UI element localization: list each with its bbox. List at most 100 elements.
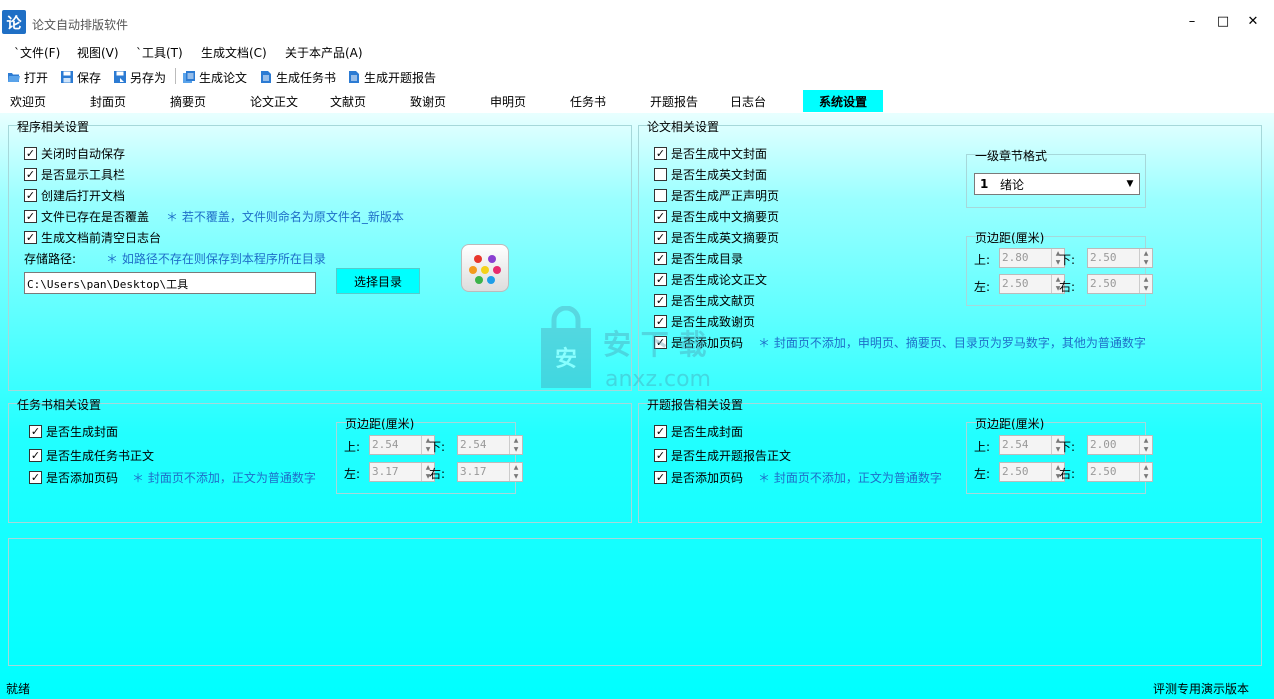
checkbox-show-toolbar[interactable]: ✓ 是否显示工具栏: [24, 166, 125, 183]
minimize-button[interactable]: –: [1180, 10, 1204, 32]
path-input[interactable]: C:\Users\pan\Desktop\工具: [24, 272, 316, 294]
tab-cover[interactable]: 封面页: [90, 90, 126, 112]
chevron-down-icon: ▼: [1126, 179, 1134, 189]
checkbox-overwrite[interactable]: ✓ 文件已存在是否覆盖: [24, 208, 149, 225]
tab-declaration[interactable]: 申明页: [490, 90, 526, 112]
save-as-icon: [114, 71, 126, 83]
menu-tools[interactable]: `工具(T): [136, 44, 183, 61]
spinner-down-icon[interactable]: ▼: [510, 445, 522, 454]
check-icon: ✓: [654, 336, 667, 349]
menu-bar: `文件(F) 视图(V) `工具(T) 生成文档(C) 关于本产品(A): [0, 40, 1274, 62]
tab-body[interactable]: 论文正文: [250, 90, 298, 112]
spinner-up-icon[interactable]: ▲: [1140, 249, 1152, 258]
margin-top-spinner[interactable]: 2.80 ▲ ▼: [999, 248, 1065, 268]
task-margin-right-spinner[interactable]: 3.17 ▲ ▼: [457, 462, 523, 482]
proposal-margin-top-spinner[interactable]: 2.54 ▲ ▼: [999, 435, 1065, 455]
spinner-up-icon[interactable]: ▲: [1140, 275, 1152, 284]
checkbox-open-after-create[interactable]: ✓ 创建后打开文档: [24, 187, 125, 204]
generate-task-button[interactable]: 生成任务书: [259, 67, 336, 87]
spinner-value: 3.17: [460, 465, 487, 478]
checkbox-clear-log[interactable]: ✓ 生成文档前清空日志台: [24, 229, 161, 246]
checkbox-en-abstract[interactable]: ✓ 是否生成英文摘要页: [654, 229, 779, 246]
checkbox-cn-cover[interactable]: ✓ 是否生成中文封面: [654, 145, 767, 162]
margin-right-spinner[interactable]: 2.50 ▲ ▼: [1087, 274, 1153, 294]
spinner-down-icon[interactable]: ▼: [1140, 472, 1152, 481]
tab-settings[interactable]: 系统设置: [803, 90, 883, 112]
tab-proposal[interactable]: 开题报告: [650, 90, 698, 112]
spinner-down-icon[interactable]: ▼: [1140, 258, 1152, 267]
menu-generate[interactable]: 生成文档(C): [201, 44, 267, 61]
margin-top-label: 上:: [974, 253, 991, 267]
checkbox-task-cover[interactable]: ✓ 是否生成封面: [29, 423, 118, 440]
check-icon: ✓: [654, 252, 667, 265]
generate-paper-button[interactable]: 生成论文: [182, 67, 247, 87]
checkbox-label: 是否生成论文正文: [671, 273, 768, 287]
spinner-down-icon[interactable]: ▼: [1140, 284, 1152, 293]
save-as-button[interactable]: 另存为: [113, 67, 166, 87]
spinner-down-icon[interactable]: ▼: [1140, 445, 1152, 454]
task-margin-bottom-spinner[interactable]: 2.54 ▲ ▼: [457, 435, 523, 455]
save-as-label: 另存为: [130, 70, 167, 85]
checkbox-en-cover[interactable]: 是否生成英文封面: [654, 166, 767, 183]
spinner-up-icon[interactable]: ▲: [510, 436, 522, 445]
menu-view[interactable]: 视图(V): [77, 44, 119, 61]
margin-left-spinner[interactable]: 2.50 ▲ ▼: [999, 274, 1065, 294]
tab-log[interactable]: 日志台: [730, 90, 766, 112]
checkbox-page-numbers[interactable]: ✓ 是否添加页码: [654, 334, 743, 351]
save-icon: [61, 71, 73, 83]
proposal-margin-bottom-spinner[interactable]: 2.00 ▲ ▼: [1087, 435, 1153, 455]
checkbox-declaration[interactable]: 是否生成严正声明页: [654, 187, 779, 204]
checkbox-proposal-body[interactable]: ✓ 是否生成开题报告正文: [654, 447, 791, 464]
checkbox-task-page-numbers[interactable]: ✓ 是否添加页码: [29, 469, 118, 486]
paper-margin-title: 页边距(厘米): [975, 231, 1045, 245]
tab-task[interactable]: 任务书: [570, 90, 606, 112]
checkbox-toc[interactable]: ✓ 是否生成目录: [654, 250, 743, 267]
heading-format-select[interactable]: 1 绪论 ▼: [974, 173, 1140, 195]
spinner-down-icon[interactable]: ▼: [510, 472, 522, 481]
spinner-up-icon[interactable]: ▲: [510, 463, 522, 472]
checkbox-label: 生成文档前清空日志台: [41, 231, 162, 245]
margin-left-label: 左:: [974, 467, 991, 481]
open-button[interactable]: 打开: [7, 67, 48, 87]
choose-directory-button[interactable]: 选择目录: [336, 268, 420, 294]
close-button[interactable]: ✕: [1241, 10, 1265, 32]
spinner-up-icon[interactable]: ▲: [1140, 436, 1152, 445]
tab-welcome[interactable]: 欢迎页: [10, 90, 46, 112]
generate-paper-label: 生成论文: [199, 70, 248, 85]
generate-proposal-button[interactable]: 生成开题报告: [347, 67, 436, 87]
checkbox-proposal-page-numbers[interactable]: ✓ 是否添加页码: [654, 469, 743, 486]
save-button[interactable]: 保存: [60, 67, 101, 87]
color-palette-icon[interactable]: [461, 244, 509, 292]
checkbox-label: 是否生成致谢页: [671, 315, 756, 329]
checkbox-proposal-cover[interactable]: ✓ 是否生成封面: [654, 423, 743, 440]
task-margin-left-spinner[interactable]: 3.17 ▲ ▼: [369, 462, 435, 482]
tab-references[interactable]: 文献页: [330, 90, 366, 112]
checkbox-references[interactable]: ✓ 是否生成文献页: [654, 292, 755, 309]
checkbox-task-body[interactable]: ✓ 是否生成任务书正文: [29, 447, 154, 464]
task-margin-top-spinner[interactable]: 2.54 ▲ ▼: [369, 435, 435, 455]
log-area[interactable]: [8, 538, 1262, 666]
tab-acknowledgement[interactable]: 致谢页: [410, 90, 446, 112]
spinner-value: 2.50: [1002, 277, 1029, 290]
check-icon: ✓: [24, 147, 37, 160]
proposal-margin-right-spinner[interactable]: 2.50 ▲ ▼: [1087, 462, 1153, 482]
heading-value: 绪论: [1000, 177, 1025, 192]
checkbox-auto-save[interactable]: ✓ 关闭时自动保存: [24, 145, 125, 162]
checkbox-label: 关闭时自动保存: [41, 147, 126, 161]
tab-abstract[interactable]: 摘要页: [170, 90, 206, 112]
open-label: 打开: [24, 70, 49, 85]
proposal-margin-left-spinner[interactable]: 2.50 ▲ ▼: [999, 462, 1065, 482]
spinner-up-icon[interactable]: ▲: [1140, 463, 1152, 472]
toolbar-separator: [175, 68, 176, 84]
maximize-button[interactable]: □: [1211, 10, 1235, 32]
heading-format-group: 一级章节格式 1 绪论 ▼: [966, 149, 1146, 208]
heading-format-title: 一级章节格式: [975, 149, 1048, 163]
menu-file[interactable]: `文件(F): [14, 44, 60, 61]
checkbox-label: 是否生成任务书正文: [46, 449, 155, 463]
checkbox-label: 是否生成中文摘要页: [671, 210, 780, 224]
checkbox-acknowledgement[interactable]: ✓ 是否生成致谢页: [654, 313, 755, 330]
checkbox-cn-abstract[interactable]: ✓ 是否生成中文摘要页: [654, 208, 779, 225]
checkbox-body[interactable]: ✓ 是否生成论文正文: [654, 271, 767, 288]
margin-bottom-spinner[interactable]: 2.50 ▲ ▼: [1087, 248, 1153, 268]
menu-about[interactable]: 关于本产品(A): [285, 44, 363, 61]
